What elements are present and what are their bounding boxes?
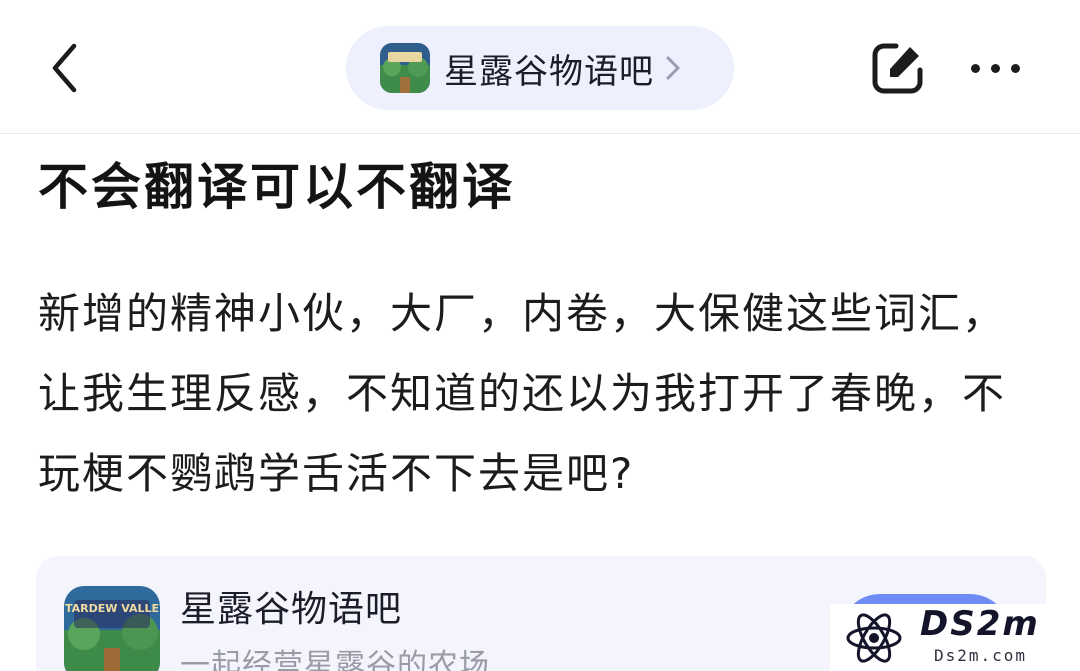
forum-card-name: 星露谷物语吧 xyxy=(180,589,403,630)
post-body: 新增的精神小伙，大厂，内卷，大保健这些词汇，让我生理反感，不知道的还以为我打开了… xyxy=(38,289,1007,498)
top-navigation-bar: 星露谷物语吧 xyxy=(0,0,1080,134)
watermark-url: Ds2m.com xyxy=(934,646,1028,665)
edit-icon xyxy=(872,43,923,94)
back-button[interactable] xyxy=(36,36,92,100)
post-title: 不会翻译可以不翻译 xyxy=(38,158,515,216)
chevron-right-icon xyxy=(664,53,686,83)
edit-button[interactable] xyxy=(866,38,930,98)
more-icon xyxy=(970,63,980,73)
forum-card-logo: STARDEW VALLEY xyxy=(64,586,160,671)
forum-card-description: 一起经营星露谷的农场 xyxy=(180,648,490,671)
logo-text: STARDEW VALLEY xyxy=(64,602,160,615)
more-button[interactable] xyxy=(960,40,1030,96)
watermark-title: DS2m xyxy=(920,604,1040,644)
forum-name: 星露谷物语吧 xyxy=(444,51,654,92)
forum-logo xyxy=(380,43,430,93)
forum-header-pill[interactable]: 星露谷物语吧 xyxy=(346,26,734,110)
watermark: DS2m Ds2m.com xyxy=(830,604,1080,671)
back-arrow-icon xyxy=(52,43,77,93)
atom-logo-icon xyxy=(846,613,902,663)
